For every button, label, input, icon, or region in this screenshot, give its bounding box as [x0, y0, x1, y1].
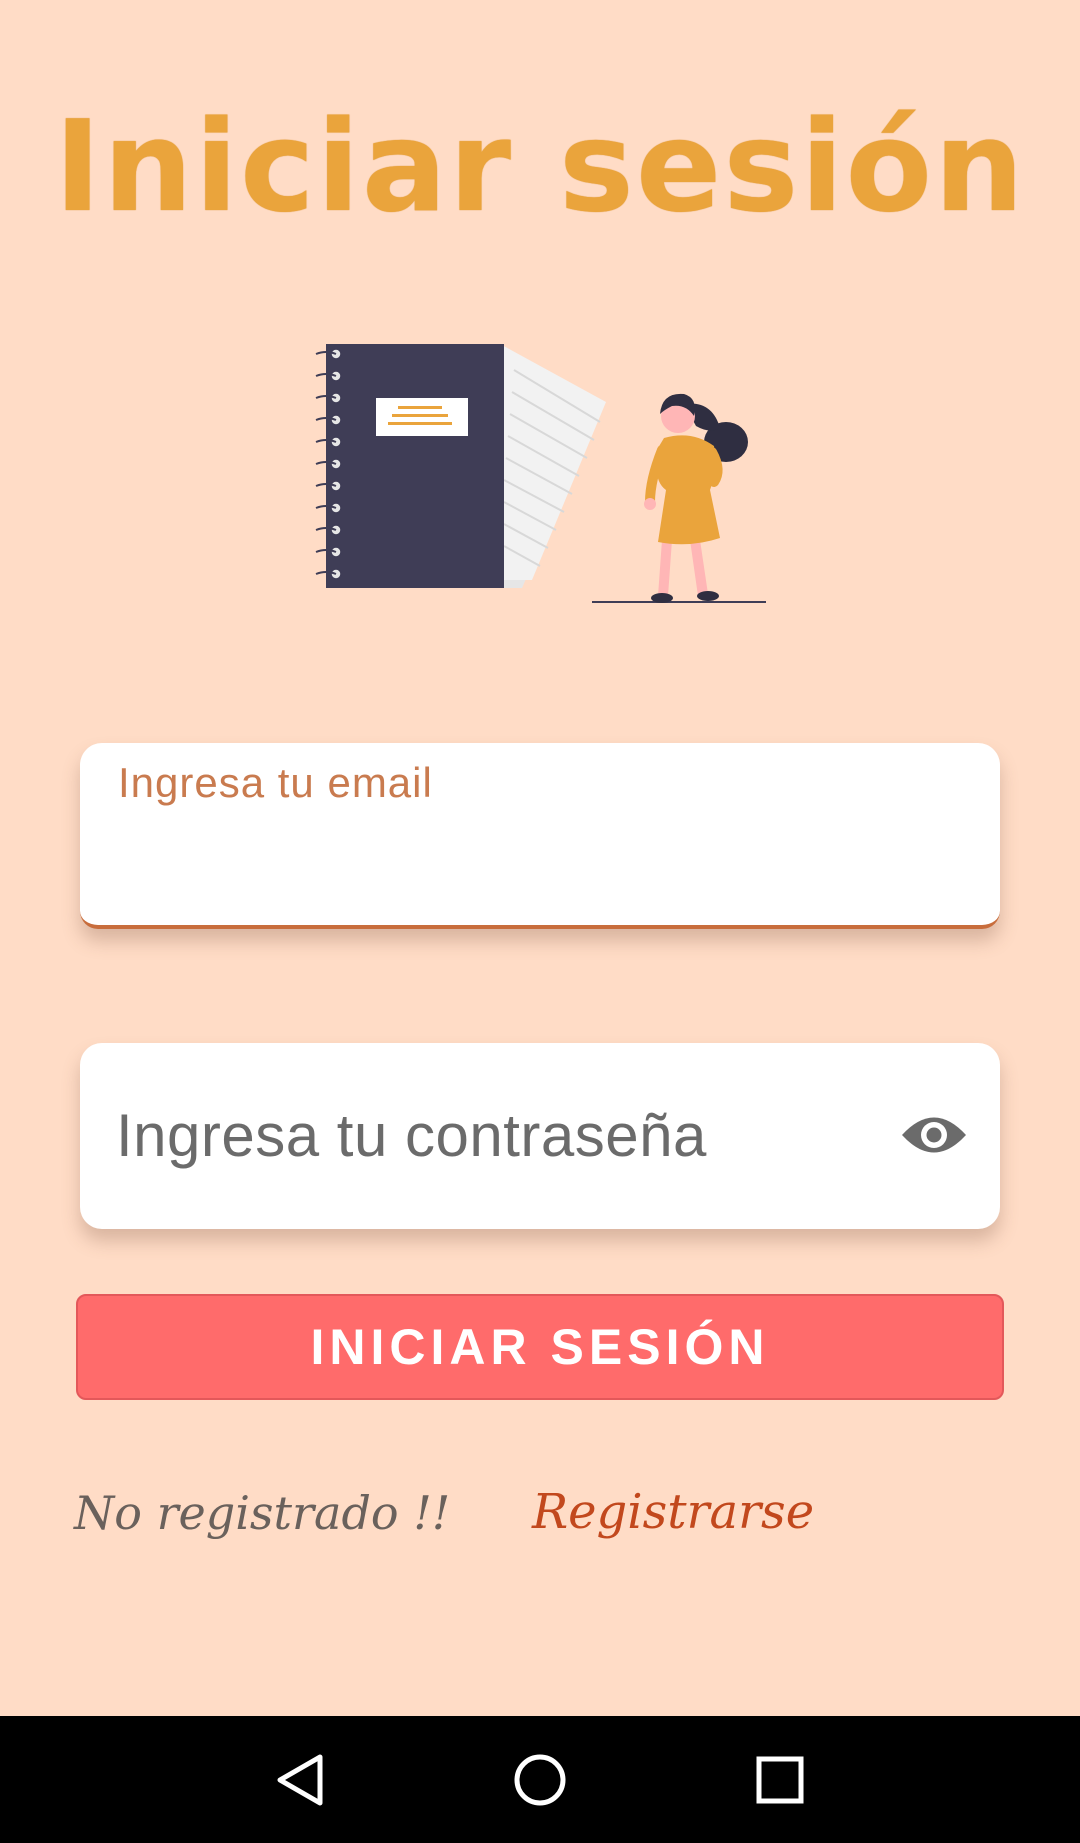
not-registered-text: No registrado !! [74, 1486, 451, 1540]
password-placeholder: Ingresa tu contraseña [116, 1102, 707, 1169]
login-button[interactable]: INICIAR SESIÓN [76, 1294, 1004, 1400]
notebook-illustration [315, 344, 504, 588]
page-title: Iniciar sesión [54, 93, 1026, 240]
notebook-woman-illustration [300, 330, 780, 620]
home-circle-icon[interactable] [480, 1716, 600, 1843]
system-navigation-bar [0, 1716, 1080, 1843]
woman-illustration [644, 393, 748, 603]
email-field[interactable]: Ingresa tu email [80, 743, 1000, 929]
eye-icon[interactable] [898, 1103, 970, 1167]
recents-square-icon[interactable] [720, 1716, 840, 1843]
email-field-label: Ingresa tu email [118, 759, 433, 806]
password-field[interactable]: Ingresa tu contraseña [80, 1043, 1000, 1229]
register-link[interactable]: Registrarse [532, 1484, 814, 1540]
paper-stack-illustration [500, 344, 606, 588]
back-triangle-icon[interactable] [240, 1716, 360, 1843]
login-screen: Iniciar sesión Ingresa tu email Ingresa … [0, 0, 1080, 1716]
